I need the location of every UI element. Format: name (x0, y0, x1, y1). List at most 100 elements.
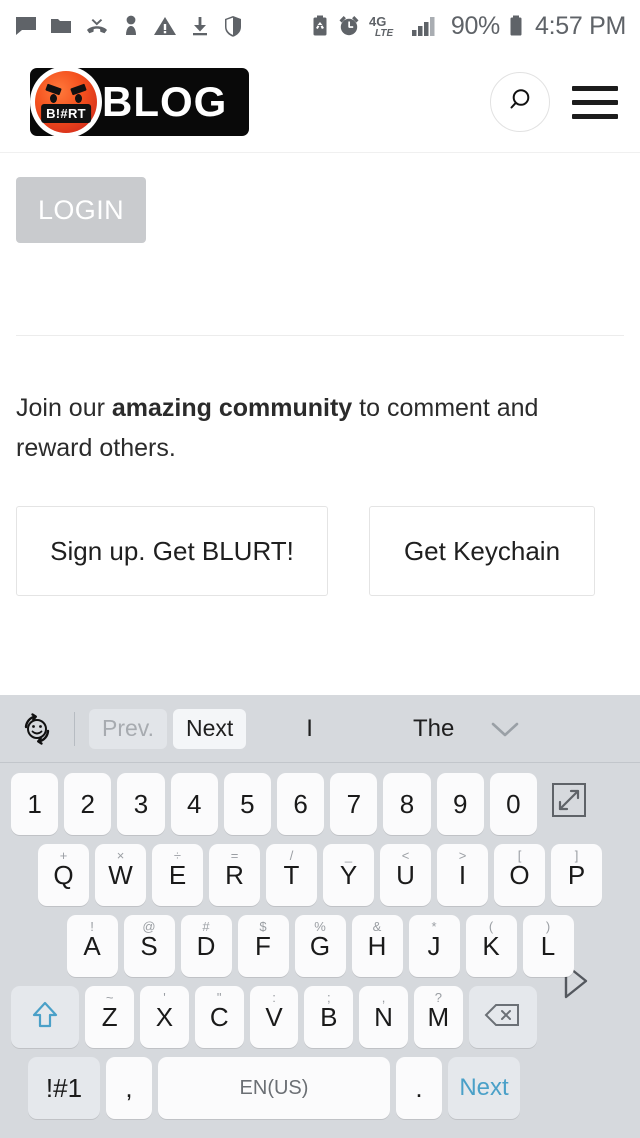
header-divider (0, 152, 640, 153)
key-p[interactable]: ] P (551, 844, 602, 906)
key-label: 3 (133, 789, 149, 819)
key-4[interactable]: 4 (170, 773, 218, 835)
key-label: . (415, 1073, 423, 1103)
chevron-down-icon[interactable] (488, 718, 522, 740)
key-sup: + (59, 848, 68, 863)
symbols-key[interactable]: !#1 (28, 1057, 100, 1119)
key-e[interactable]: ÷ E (152, 844, 203, 906)
key-label: 2 (80, 789, 96, 819)
clock-label: 4:57 PM (534, 11, 626, 40)
key-sup: $ (259, 919, 267, 934)
key-sup: ! (90, 919, 94, 934)
key-z[interactable]: ~ Z (85, 986, 135, 1048)
key-label: W (108, 860, 133, 890)
shield-icon (222, 14, 244, 38)
key-r[interactable]: = R (209, 844, 260, 906)
next-suggestion-button[interactable]: Next (172, 708, 247, 749)
key-sup: × (116, 848, 125, 863)
suggestion-1[interactable]: I (306, 715, 313, 743)
key-h[interactable]: & H (351, 915, 403, 977)
key-x[interactable]: ' X (140, 986, 189, 1048)
key-label: J (427, 931, 441, 961)
eye-right (75, 94, 82, 103)
key-label: 4 (186, 789, 202, 819)
prev-suggestion-button[interactable]: Prev. (89, 708, 167, 749)
key-label: G (309, 931, 331, 961)
search-button[interactable] (490, 72, 550, 132)
key-o[interactable]: [O (494, 844, 545, 906)
backspace-key[interactable] (468, 986, 538, 1048)
key-v[interactable]: :V (249, 986, 299, 1048)
signup-get-blurt-button[interactable]: Sign up. Get BLURT! (16, 506, 328, 596)
key-label: O (509, 860, 530, 890)
toolbar-divider (74, 711, 75, 746)
key-label: 0 (506, 789, 521, 819)
key-label: H (367, 931, 387, 961)
key-y[interactable]: _ Y (323, 844, 374, 906)
key-sup: # (202, 919, 210, 934)
key-label: V (265, 1002, 283, 1032)
key-9[interactable]: 9 (436, 773, 484, 835)
key-sup: @ (142, 919, 156, 934)
key-sup: " (216, 990, 222, 1005)
keyboard-row-home: ! A @ S # D $ F % G & H * J (K ) L (8, 915, 632, 977)
space-key[interactable]: EN(US) (158, 1057, 390, 1119)
backspace-key-icon (483, 1001, 523, 1034)
period-key[interactable]: . (396, 1057, 442, 1119)
key-s[interactable]: @ S (123, 915, 175, 977)
key-1[interactable]: 1 (10, 773, 59, 835)
key-t[interactable]: / T (266, 844, 317, 906)
key-l[interactable]: ) L (522, 915, 574, 977)
key-m[interactable]: ? M (413, 986, 463, 1048)
key-label: C (209, 1002, 229, 1032)
key-sup: _ (344, 848, 353, 863)
key-7[interactable]: 7 (330, 773, 378, 835)
svg-text:4G: 4G (369, 14, 386, 29)
login-button[interactable]: LOGIN (16, 177, 146, 243)
site-logo[interactable]: BLOG B!#RT (30, 66, 250, 138)
key-b[interactable]: ; B (304, 986, 354, 1048)
keyboard-row-bottom-letters: ~ Z ' X " C :V ; B ,N ? M (8, 986, 632, 1048)
key-q[interactable]: + Q (38, 844, 89, 906)
key-0[interactable]: 0 (489, 773, 538, 835)
hamburger-menu-button[interactable] (572, 85, 622, 119)
key-d[interactable]: # D (180, 915, 232, 977)
key-i[interactable]: > I (437, 844, 488, 906)
key-8[interactable]: 8 (383, 773, 431, 835)
key-6[interactable]: 6 (277, 773, 325, 835)
key-w[interactable]: × W (95, 844, 146, 906)
key-f[interactable]: $ F (237, 915, 289, 977)
battery-icon (508, 14, 524, 38)
content-divider (16, 335, 624, 336)
key-c[interactable]: " C (194, 986, 244, 1048)
key-label: EN(US) (239, 1077, 309, 1099)
key-n[interactable]: ,N (359, 986, 408, 1048)
join-community-text: Join our amazing community to comment an… (16, 388, 616, 468)
enter-next-key[interactable]: Next (448, 1057, 520, 1119)
key-sup: ( (488, 919, 494, 934)
cta-button-row: Sign up. Get BLURT! Get Keychain (16, 506, 624, 596)
hamburger-bar-1 (572, 85, 618, 91)
join-text-prefix: Join our (16, 394, 112, 422)
missed-call-icon (84, 14, 110, 38)
key-u[interactable]: < U (380, 844, 431, 906)
key-sup: & (372, 919, 382, 934)
shift-key[interactable] (10, 986, 80, 1048)
key-3[interactable]: 3 (117, 773, 165, 835)
search-icon (505, 85, 535, 120)
key-2[interactable]: 2 (64, 773, 112, 835)
key-a[interactable]: ! A (66, 915, 118, 977)
key-g[interactable]: % G (294, 915, 346, 977)
key-sup: ] (574, 848, 579, 863)
emoji-rotate-icon[interactable] (14, 706, 60, 752)
comma-key[interactable]: , (106, 1057, 152, 1119)
expand-keyboard-icon[interactable] (550, 781, 588, 824)
key-j[interactable]: * J (408, 915, 460, 977)
key-label: S (140, 931, 158, 961)
suggestion-2[interactable]: The (413, 715, 454, 743)
key-label: 5 (240, 789, 255, 819)
key-k[interactable]: (K (465, 915, 517, 977)
get-keychain-button[interactable]: Get Keychain (369, 506, 595, 596)
header-actions (490, 72, 622, 132)
key-5[interactable]: 5 (223, 773, 271, 835)
